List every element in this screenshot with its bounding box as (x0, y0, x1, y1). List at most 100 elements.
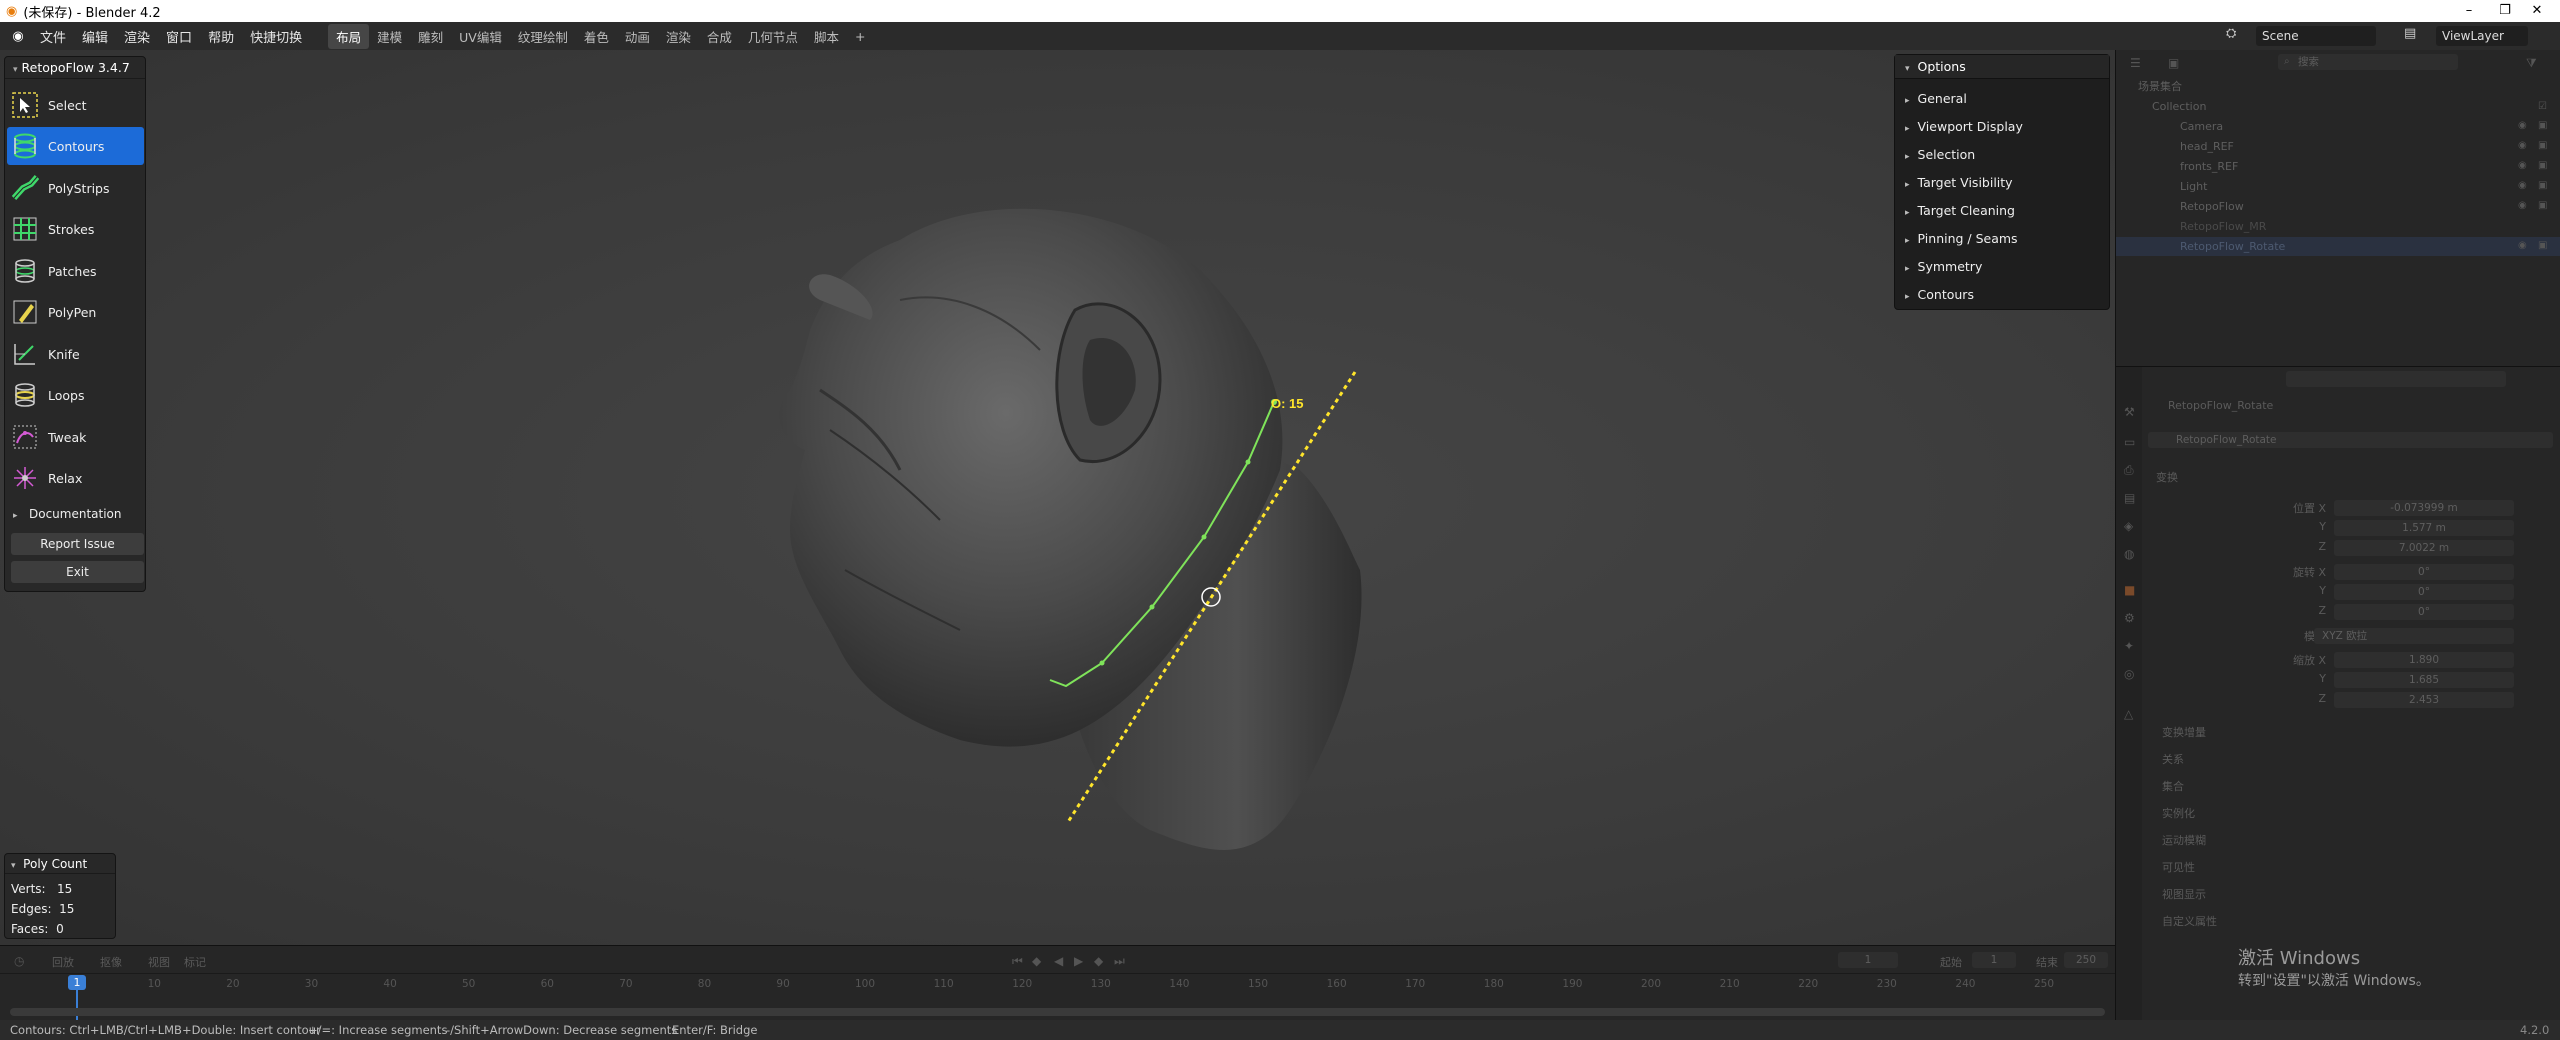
eye-icon[interactable]: ◉ (2518, 180, 2527, 191)
transform-section[interactable]: 变换 (2156, 469, 2178, 485)
outliner-row[interactable]: RetopoFlow (2116, 197, 2560, 216)
tool-loops[interactable]: Loops (7, 376, 144, 414)
view-layer-tab-icon[interactable]: ▤ (2124, 491, 2135, 505)
jump-start-icon[interactable]: ⏮ (1012, 954, 1023, 969)
option-contours[interactable]: Contours (1905, 287, 1974, 302)
subsection-motion-blur[interactable]: 运动模糊 (2162, 832, 2206, 848)
current-frame-field[interactable]: 1 (1838, 952, 1898, 968)
scene-tab-icon[interactable]: ◈ (2124, 519, 2133, 533)
timeline-menu-keying[interactable]: 抠像 (100, 954, 122, 970)
subsection-relations[interactable]: 关系 (2162, 751, 2184, 767)
option-target-visibility[interactable]: Target Visibility (1905, 175, 2013, 190)
scene-selector[interactable]: Scene (2256, 26, 2376, 46)
tool-tab-icon[interactable]: ⚒ (2124, 405, 2135, 419)
subsection-visibility[interactable]: 可见性 (2162, 859, 2195, 875)
play-icon[interactable]: ▶ (1074, 954, 1083, 968)
options-title[interactable]: ▾ Options (1895, 55, 2109, 79)
timeline-scrollbar[interactable] (10, 1008, 2105, 1016)
report-issue-button[interactable]: Report Issue (11, 533, 144, 555)
retopoflow-title[interactable]: ▾ RetopoFlow 3.4.7 (5, 57, 145, 79)
3d-viewport[interactable]: O: 15 ◸ (0, 50, 2115, 945)
tool-polystrips[interactable]: PolyStrips (7, 169, 144, 207)
scale-z-field[interactable]: 2.453 (2334, 692, 2514, 708)
option-pinning-seams[interactable]: Pinning / Seams (1905, 231, 2018, 246)
outliner-row[interactable]: fronts_REF (2116, 157, 2560, 176)
tool-select[interactable]: Select (7, 86, 144, 124)
tab-shading[interactable]: 着色 (576, 24, 617, 49)
blender-menu-icon[interactable]: ◉ (8, 29, 28, 44)
camera-render-icon[interactable]: ▣ (2538, 160, 2547, 171)
end-frame-field[interactable]: 250 (2064, 952, 2108, 968)
outliner-row[interactable]: Collection (2116, 97, 2560, 116)
tool-tweak[interactable]: Tweak (7, 418, 144, 456)
start-frame-field[interactable]: 1 (1972, 952, 2016, 968)
prev-keyframe-icon[interactable]: ◆ (1032, 954, 1041, 968)
timeline-menu-view[interactable]: 视图 (148, 954, 170, 970)
option-target-cleaning[interactable]: Target Cleaning (1905, 203, 2015, 218)
outliner-row[interactable]: head_REF (2116, 137, 2560, 156)
display-mode-icon[interactable]: ▣ (2168, 56, 2179, 70)
menu-window[interactable]: 窗口 (158, 27, 200, 46)
outliner-row[interactable]: Camera (2116, 117, 2560, 136)
jump-end-icon[interactable]: ⏭ (1114, 954, 1125, 969)
tab-geometry-nodes[interactable]: 几何节点 (740, 24, 806, 49)
documentation-section[interactable]: ▸ Documentation (13, 507, 122, 521)
menu-file[interactable]: 文件 (32, 27, 74, 46)
tab-compositing[interactable]: 合成 (699, 24, 740, 49)
menu-quick-switch[interactable]: 快捷切换 (242, 27, 310, 46)
menu-render[interactable]: 渲染 (116, 27, 158, 46)
subsection-collections[interactable]: 集合 (2162, 778, 2184, 794)
rotation-x-field[interactable]: 0° (2334, 564, 2514, 580)
outliner-row[interactable]: 场景集合 (2116, 77, 2560, 96)
outliner-search-input[interactable]: 搜索 (2278, 54, 2458, 70)
physics-tab-icon[interactable]: ◎ (2124, 667, 2134, 681)
tool-strokes[interactable]: Strokes (7, 210, 144, 248)
scene-icon[interactable]: ⛭ (2226, 26, 2236, 41)
outliner-row-selected[interactable]: RetopoFlow_Rotate (2116, 237, 2560, 256)
play-reverse-icon[interactable]: ◀ (1054, 954, 1063, 968)
option-selection[interactable]: Selection (1905, 147, 1976, 162)
data-tab-icon[interactable]: △ (2124, 707, 2133, 721)
object-tab-icon[interactable]: ■ (2124, 583, 2135, 597)
tool-patches[interactable]: Patches (7, 252, 144, 290)
subsection-viewport-display[interactable]: 视图显示 (2162, 886, 2206, 902)
close-button[interactable]: ✕ (2514, 0, 2560, 22)
poly-count-title[interactable]: ▾ Poly Count (5, 854, 115, 874)
particles-tab-icon[interactable]: ✦ (2124, 639, 2134, 653)
eye-icon[interactable]: ◉ (2518, 240, 2527, 251)
rotation-z-field[interactable]: 0° (2334, 604, 2514, 620)
modifier-tab-icon[interactable]: ⚙ (2124, 611, 2135, 625)
tool-relax[interactable]: Relax (7, 459, 144, 497)
add-workspace-button[interactable]: + (847, 26, 873, 47)
timeline-menu-marker[interactable]: 标记 (184, 954, 206, 970)
tool-knife[interactable]: Knife (7, 335, 144, 373)
camera-render-icon[interactable]: ▣ (2538, 180, 2547, 191)
next-keyframe-icon[interactable]: ◆ (1094, 954, 1103, 968)
viewport-canvas[interactable]: O: 15 ◸ (0, 50, 2115, 945)
timeline-menu-playback[interactable]: 回放 (52, 954, 74, 970)
tab-animation[interactable]: 动画 (617, 24, 658, 49)
tool-contours[interactable]: Contours (7, 127, 144, 165)
tab-scripting[interactable]: 脚本 (806, 24, 847, 49)
option-viewport-display[interactable]: Viewport Display (1905, 119, 2023, 134)
tab-uv-editing[interactable]: UV编辑 (451, 24, 510, 49)
rotation-mode-select[interactable]: XYZ 欧拉 (2314, 628, 2514, 644)
location-x-field[interactable]: -0.073999 m (2334, 500, 2514, 516)
world-tab-icon[interactable]: ◍ (2124, 547, 2134, 561)
timeline-editor-icon[interactable]: ◷ (14, 954, 24, 968)
option-general[interactable]: General (1905, 91, 1967, 106)
scale-x-field[interactable]: 1.890 (2334, 652, 2514, 668)
eye-icon[interactable]: ◉ (2518, 120, 2527, 131)
menu-edit[interactable]: 编辑 (74, 27, 116, 46)
camera-render-icon[interactable]: ▣ (2538, 120, 2547, 131)
outliner-row[interactable]: RetopoFlow_MR (2116, 217, 2560, 236)
tab-rendering[interactable]: 渲染 (658, 24, 699, 49)
rotation-y-field[interactable]: 0° (2334, 584, 2514, 600)
tab-modeling[interactable]: 建模 (369, 24, 410, 49)
view-layer-selector[interactable]: ViewLayer (2436, 26, 2528, 46)
render-tab-icon[interactable]: ▭ (2124, 435, 2135, 449)
scale-y-field[interactable]: 1.685 (2334, 672, 2514, 688)
output-tab-icon[interactable]: ⎙ (2124, 463, 2134, 478)
camera-render-icon[interactable]: ▣ (2538, 140, 2547, 151)
outliner-editor-icon[interactable]: ☰ (2130, 56, 2141, 70)
